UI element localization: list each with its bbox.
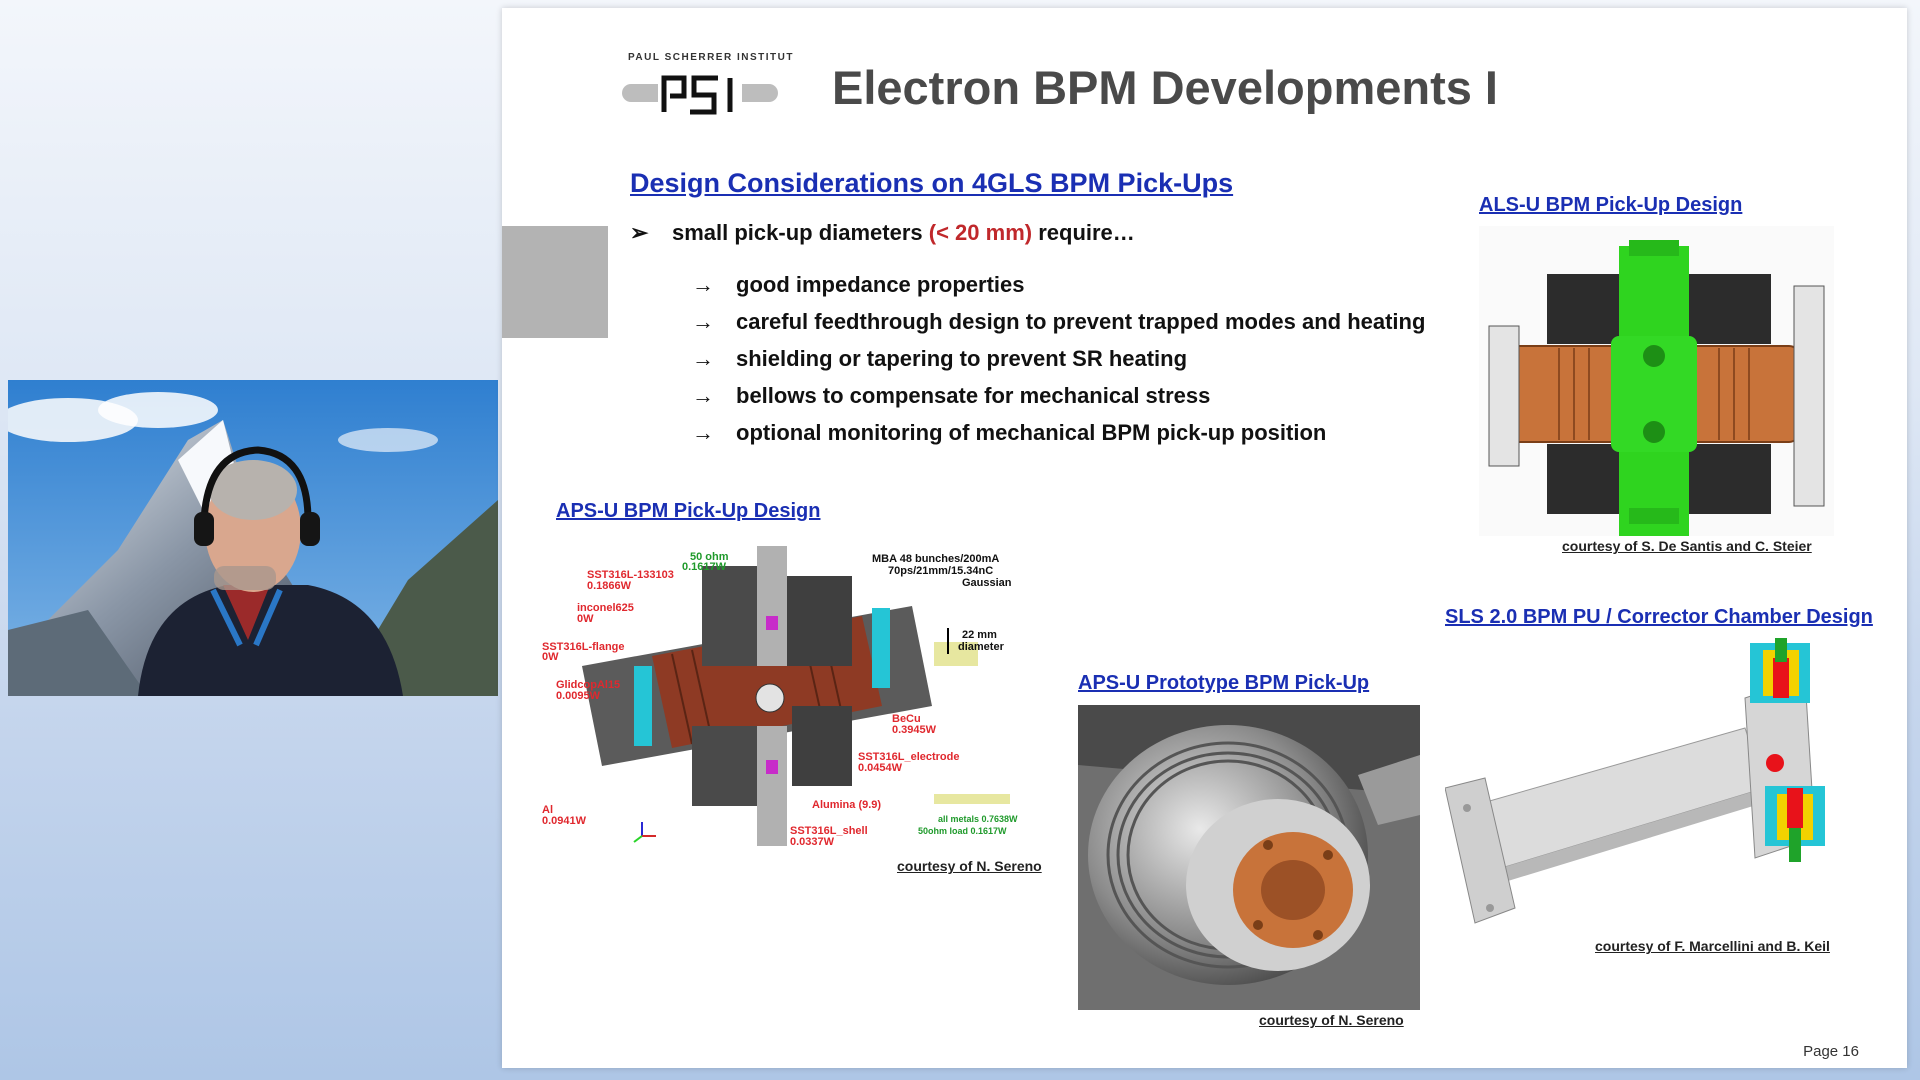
figure-caption-apsu: APS-U BPM Pick-Up Design — [556, 500, 821, 522]
credit-proto: courtesy of N. Sereno — [1259, 1012, 1404, 1028]
right-arrow-icon: → — [692, 309, 714, 334]
value-becu: 0.3945W — [892, 724, 937, 736]
sub-bullet: → optional monitoring of mechanical BPM p… — [692, 420, 1425, 457]
psi-logo — [622, 72, 778, 116]
bullet-arrow-icon: ➢ — [630, 220, 649, 245]
figure-caption-sls: SLS 2.0 BPM PU / Corrector Chamber Desig… — [1445, 606, 1873, 628]
bullet-highlight: (< 20 mm) — [928, 220, 1033, 245]
bullet-text: small pick-up diameters (< 20 mm) requir… — [672, 220, 1135, 246]
right-arrow-icon: → — [692, 346, 714, 371]
label-alumina: Alumina (9.9) — [812, 799, 881, 811]
credit-apsu: courtesy of N. Sereno — [897, 858, 1042, 874]
figure-caption-proto: APS-U Prototype BPM Pick-Up — [1078, 672, 1370, 694]
value-sst316l-electrode: 0.0454W — [858, 762, 903, 774]
apsu-prototype-photo — [1078, 705, 1420, 1010]
total-all-metals: all metals 0.7638W — [938, 814, 1018, 824]
sub-bullets: → good impedance properties → careful feed… — [692, 272, 1425, 457]
sim-note-line1: MBA 48 bunches/200mA — [872, 553, 999, 565]
sim-note-line2: 70ps/21mm/15.34nC — [888, 565, 993, 577]
section-heading: Design Considerations on 4GLS BPM Pick-U… — [630, 168, 1234, 198]
sub-bullet-text: good impedance properties — [736, 272, 1025, 297]
sub-bullet-text: careful feedthrough design to prevent tr… — [736, 309, 1426, 334]
sls-chamber-render — [1445, 638, 1855, 938]
right-arrow-icon: → — [692, 272, 714, 297]
sim-note-line3: Gaussian — [962, 577, 1012, 589]
sub-bullet-text: optional monitoring of mechanical BPM pi… — [736, 420, 1327, 445]
figure-caption-alsu: ALS-U BPM Pick-Up Design — [1479, 194, 1743, 216]
diameter-note-line1: 22 mm — [962, 629, 997, 641]
credit-sls: courtesy of F. Marcellini and B. Keil — [1595, 938, 1830, 954]
gray-placeholder-block — [502, 226, 608, 338]
sub-bullet-text: bellows to compensate for mechanical str… — [736, 383, 1211, 408]
bullet-prefix: small pick-up diameters — [672, 220, 929, 245]
sub-bullet: → good impedance properties — [692, 272, 1425, 309]
value-inconel625: 0W — [577, 613, 594, 625]
value-50ohm: 0.1617W — [682, 561, 727, 573]
value-al: 0.0941W — [542, 815, 587, 827]
presentation-slide: PAUL SCHERRER INSTITUT Electron BPM Deve… — [502, 8, 1907, 1068]
alsu-bpm-render — [1479, 226, 1834, 536]
sub-bullet-text: shielding or tapering to prevent SR heat… — [736, 346, 1188, 371]
sub-bullet: → careful feedthrough design to prevent t… — [692, 309, 1425, 346]
diameter-note-line2: diameter — [958, 641, 1005, 653]
sub-bullet: → shielding or tapering to prevent SR hea… — [692, 346, 1425, 383]
page-number: Page 16 — [1803, 1043, 1859, 1060]
value-sst316l-133103: 0.1866W — [587, 580, 632, 592]
webcam-feed — [8, 380, 498, 696]
right-arrow-icon: → — [692, 383, 714, 408]
right-arrow-icon: → — [692, 420, 714, 445]
value-glidcopal15: 0.0095W — [556, 690, 601, 702]
value-sst316l-shell: 0.0337W — [790, 836, 835, 848]
total-50ohm-load: 50ohm load 0.1617W — [918, 826, 1007, 836]
logo-caption: PAUL SCHERRER INSTITUT — [628, 52, 794, 63]
apsu-bpm-render: 50 ohm 0.1617W SST316L-133103 0.1866W in… — [542, 536, 1022, 856]
value-sst316l-flange: 0W — [542, 651, 559, 663]
webcam-image — [8, 380, 498, 696]
slide-title: Electron BPM Developments I — [832, 61, 1498, 114]
sub-bullet: → bellows to compensate for mechanical st… — [692, 383, 1425, 420]
bullet-suffix: require… — [1032, 220, 1135, 245]
credit-alsu: courtesy of S. De Santis and C. Steier — [1562, 538, 1812, 554]
